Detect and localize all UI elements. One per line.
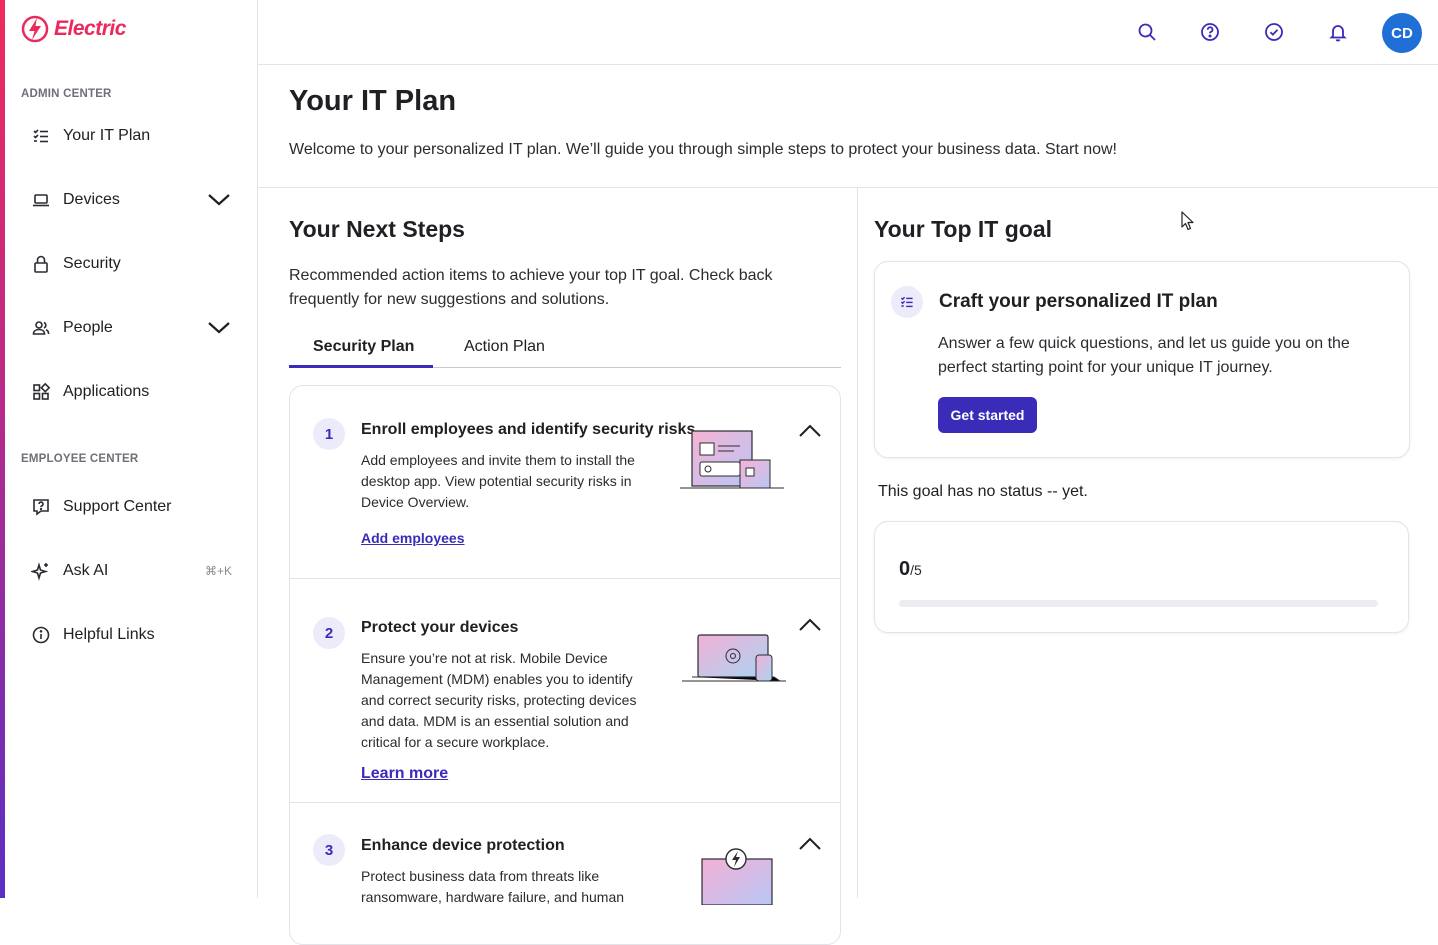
sidebar-item-label: Your IT Plan — [63, 127, 151, 144]
next-steps-title: Your Next Steps — [289, 216, 465, 242]
info-icon — [29, 623, 53, 647]
progress-total: /5 — [910, 562, 922, 578]
get-started-button[interactable]: Get started — [938, 397, 1037, 433]
step-item: 1 Enroll employees and identify security… — [290, 386, 840, 579]
task-check-icon[interactable] — [1262, 20, 1286, 44]
enroll-illustration — [680, 430, 784, 489]
chevron-down-icon[interactable] — [207, 190, 231, 210]
sidebar: Electric ADMIN CENTER Your IT Plan Devic… — [0, 0, 258, 898]
sidebar-item-support-center[interactable]: Support Center — [29, 487, 241, 527]
chevron-up-icon[interactable] — [798, 422, 822, 438]
list-check-icon — [891, 286, 923, 318]
page-subtitle: Welcome to your personalized IT plan. We… — [289, 141, 1117, 158]
step-title: Enroll employees and identify security r… — [361, 421, 696, 438]
keyboard-shortcut: ⌘+K — [204, 564, 232, 578]
step-item: 3 Enhance device protection Protect busi… — [290, 803, 840, 944]
bell-icon[interactable] — [1326, 20, 1350, 44]
sidebar-item-people[interactable]: People — [29, 308, 241, 348]
sidebar-item-your-it-plan[interactable]: Your IT Plan — [29, 116, 241, 156]
sidebar-item-label: Helpful Links — [63, 626, 155, 643]
top-goal-title: Your Top IT goal — [874, 216, 1053, 242]
step-number: 1 — [313, 418, 345, 450]
goal-card-title: Craft your personalized IT plan — [939, 291, 1218, 312]
step-title: Enhance device protection — [361, 837, 565, 854]
page-title: Your IT Plan — [289, 85, 457, 117]
top-bar: CD — [258, 0, 1438, 65]
step-number: 3 — [313, 834, 345, 866]
device-protection-illustration — [682, 634, 786, 682]
progress-count: 0/5 — [899, 558, 922, 581]
sidebar-item-security[interactable]: Security — [29, 244, 241, 284]
page-header: Your IT Plan Welcome to your personalize… — [258, 65, 1438, 188]
progress-bar — [899, 600, 1378, 607]
sidebar-item-applications[interactable]: Applications — [29, 372, 241, 412]
tab-action-plan[interactable]: Action Plan — [464, 338, 545, 356]
sidebar-item-label: Devices — [63, 191, 120, 208]
shield-device-illustration — [701, 848, 773, 905]
search-icon[interactable] — [1135, 20, 1159, 44]
help-icon[interactable] — [1198, 20, 1222, 44]
employee-center-label: EMPLOYEE CENTER — [21, 453, 139, 465]
step-body: Add employees and invite them to install… — [361, 452, 635, 510]
list-check-icon — [29, 124, 53, 148]
next-steps-description: Recommended action items to achieve your… — [289, 267, 773, 308]
sidebar-item-devices[interactable]: Devices — [29, 180, 241, 220]
apps-grid-icon — [29, 380, 53, 404]
active-tab-indicator — [289, 365, 433, 368]
sidebar-accent-bar — [0, 0, 5, 898]
goal-card-description: Answer a few quick questions, and let us… — [938, 335, 1350, 376]
progress-done: 0 — [899, 558, 911, 580]
plan-tabs: Security Plan Action Plan — [289, 330, 841, 368]
sidebar-item-label: Ask AI — [63, 562, 109, 579]
lock-icon — [29, 252, 53, 276]
goal-card: Craft your personalized IT plan Answer a… — [874, 261, 1410, 458]
steps-card: 1 Enroll employees and identify security… — [289, 385, 841, 945]
step-number: 2 — [313, 617, 345, 649]
sidebar-item-label: Support Center — [63, 498, 172, 515]
sidebar-item-helpful-links[interactable]: Helpful Links — [29, 615, 241, 655]
step-item: 2 Protect your devices Ensure you’re not… — [290, 579, 840, 803]
brand-logo[interactable]: Electric — [20, 14, 126, 44]
sidebar-item-label: People — [63, 319, 113, 336]
people-icon — [29, 316, 53, 340]
brand-name: Electric — [54, 17, 126, 40]
chevron-up-icon[interactable] — [798, 616, 822, 632]
chevron-up-icon[interactable] — [798, 835, 822, 851]
goal-status-text: This goal has no status -- yet. — [878, 483, 1088, 500]
user-avatar[interactable]: CD — [1382, 13, 1422, 53]
chevron-down-icon[interactable] — [207, 318, 231, 338]
sidebar-item-label: Security — [63, 255, 121, 272]
admin-center-label: ADMIN CENTER — [21, 88, 112, 100]
sparkle-icon — [29, 559, 53, 583]
learn-more-link[interactable]: Learn more — [361, 765, 448, 783]
sidebar-item-ask-ai[interactable]: Ask AI ⌘+K — [29, 551, 241, 591]
column-divider — [857, 188, 858, 898]
goal-progress-card: 0/5 — [874, 521, 1409, 633]
laptop-icon — [29, 188, 53, 212]
lightning-bolt-icon — [21, 15, 49, 43]
step-title: Protect your devices — [361, 619, 519, 636]
sidebar-item-label: Applications — [63, 383, 150, 400]
step-body: Ensure you’re not at risk. Mobile Device… — [361, 650, 637, 750]
add-employees-link[interactable]: Add employees — [361, 530, 464, 546]
mouse-cursor-icon — [1181, 211, 1194, 231]
step-body: Protect business data from threats like … — [361, 868, 625, 905]
tab-security-plan[interactable]: Security Plan — [313, 338, 414, 356]
help-chat-icon — [29, 495, 53, 519]
